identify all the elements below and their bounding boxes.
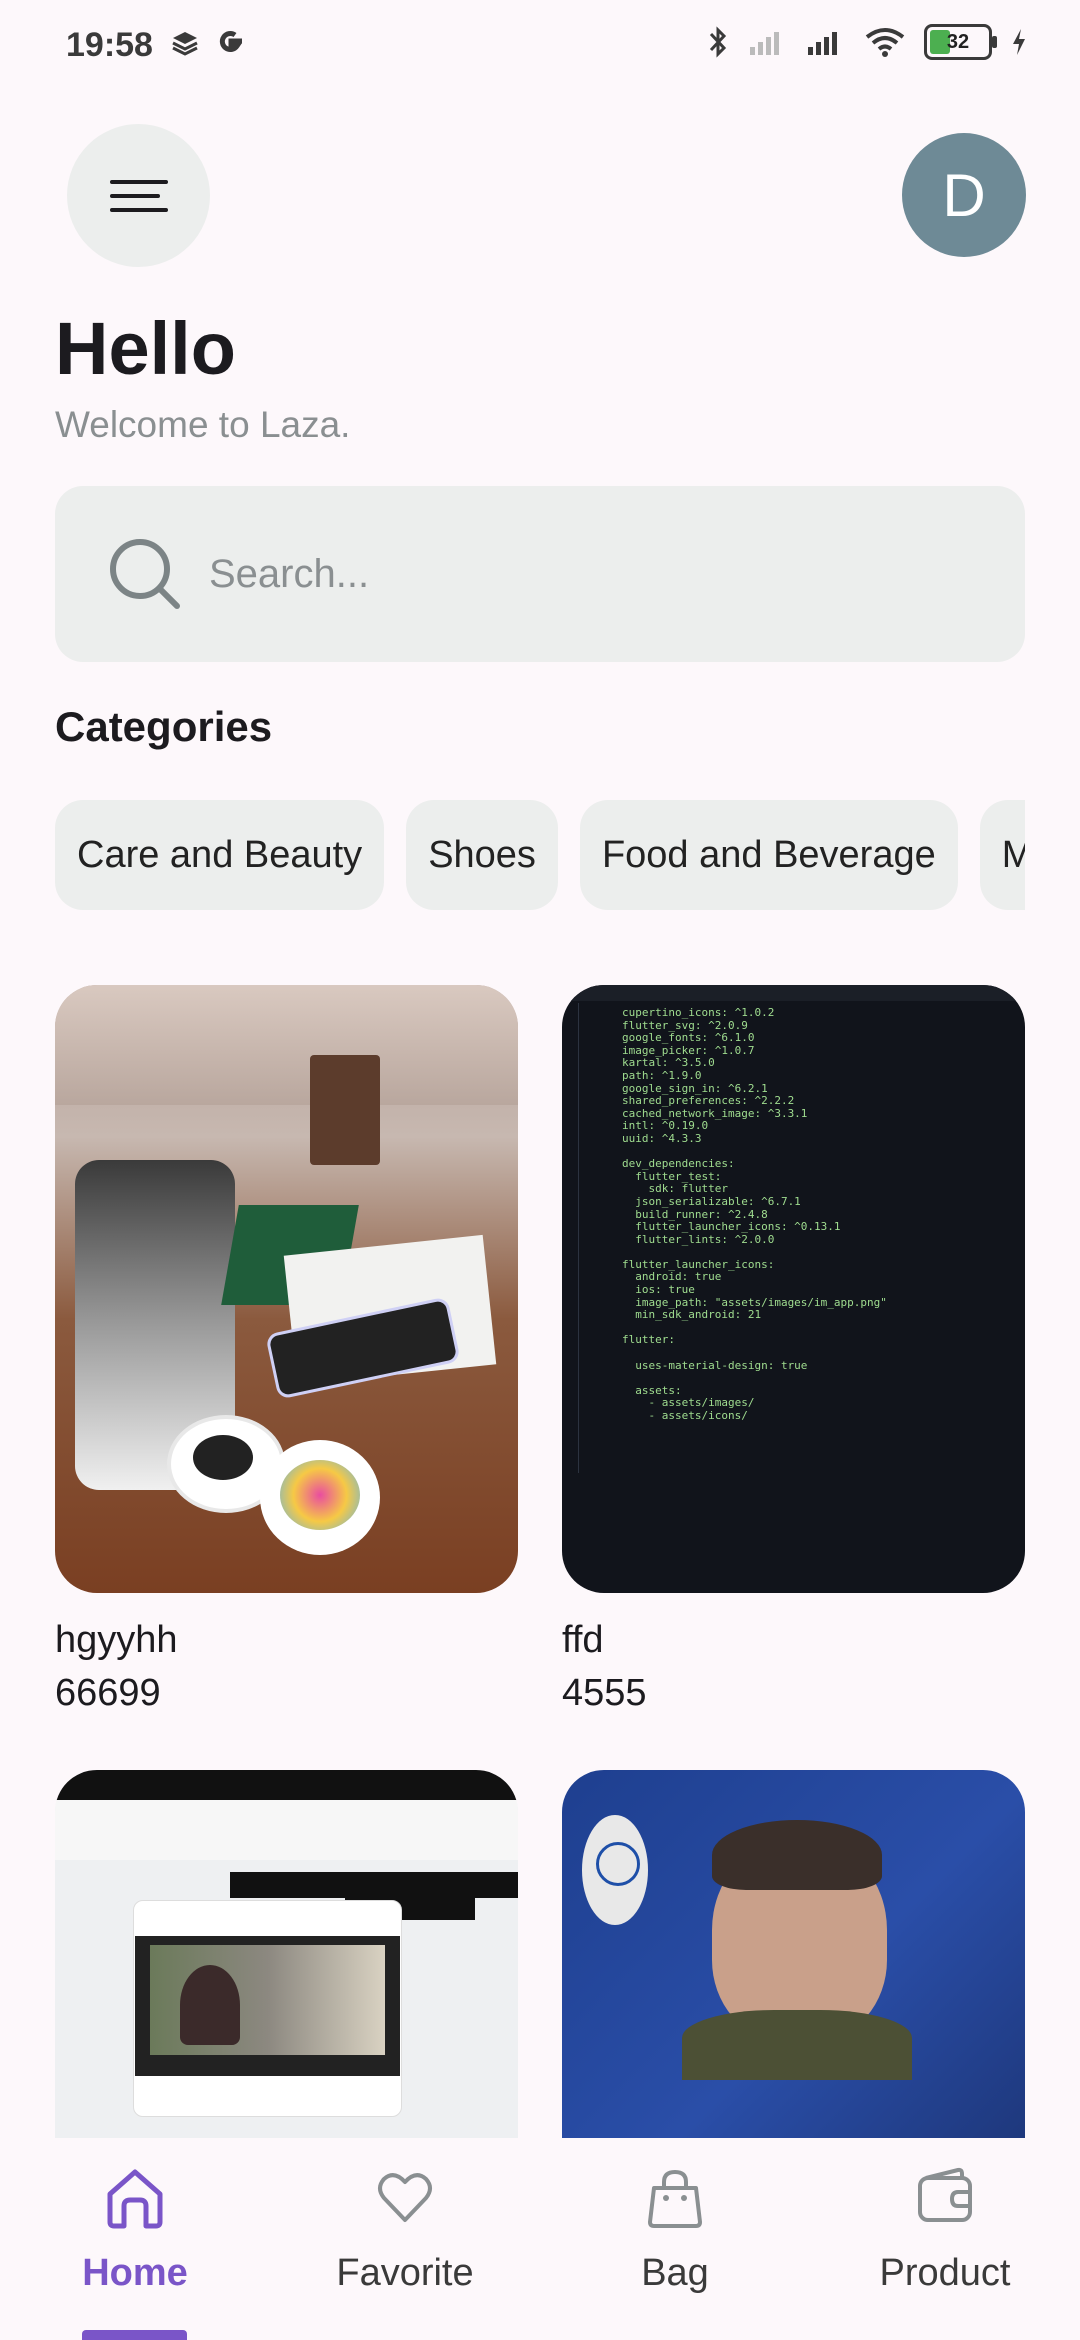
menu-button[interactable] (67, 124, 210, 267)
code-screenshot: cupertino_icons: ^1.0.2 flutter_svg: ^2.… (622, 1006, 887, 1422)
product-name: ffd (562, 1619, 604, 1661)
product-card[interactable] (562, 1770, 1025, 2138)
product-image (55, 985, 518, 1593)
status-bar: 19:58 32 (0, 0, 1080, 96)
signal-icon (750, 32, 779, 55)
nav-label: Product (879, 2252, 1011, 2294)
heart-icon (378, 2173, 432, 2222)
battery-level: 32 (946, 30, 970, 53)
categories-list: Care and Beauty Shoes Food and Beverage … (55, 800, 1025, 910)
status-time: 19:58 (66, 26, 153, 64)
nav-label: Favorite (336, 2252, 474, 2294)
nav-label: Home (82, 2252, 188, 2294)
category-chip[interactable]: Food and Beverage (579, 800, 958, 910)
product-price: 4555 (562, 1672, 647, 1714)
wifi-icon (865, 28, 905, 57)
product-image (562, 1770, 1025, 2138)
page-subtitle: Welcome to Laza. (55, 404, 351, 445)
active-tab-indicator (82, 2330, 187, 2340)
search-icon (110, 539, 180, 609)
nav-label: Bag (641, 2252, 709, 2294)
home-icon (107, 2169, 163, 2229)
product-image: cupertino_icons: ^1.0.2 flutter_svg: ^2.… (562, 985, 1025, 1593)
product-price: 66699 (55, 1672, 161, 1714)
search-bar[interactable] (55, 486, 1025, 662)
product-card[interactable]: hgyyhh 66699 (55, 985, 518, 1715)
categories-heading: Categories (55, 703, 273, 750)
bag-icon (648, 2169, 702, 2228)
category-chip[interactable]: M (979, 800, 1025, 910)
charging-icon (1013, 29, 1025, 55)
product-name: hgyyhh (55, 1619, 178, 1661)
nav-item-favorite[interactable]: Favorite (295, 2138, 515, 2340)
status-left-icons (170, 26, 248, 60)
bottom-nav: Home Favorite Bag Product (0, 2138, 1080, 2340)
google-icon (219, 31, 242, 52)
search-input[interactable] (207, 550, 971, 598)
nav-item-bag[interactable]: Bag (565, 2138, 785, 2340)
category-chip[interactable]: Care and Beauty (55, 800, 385, 910)
page-title: Hello (55, 307, 236, 390)
category-chip[interactable]: Shoes (406, 800, 558, 910)
bluetooth-icon (709, 26, 727, 58)
wallet-icon (918, 2167, 972, 2222)
nav-item-product[interactable]: Product (835, 2138, 1055, 2340)
product-card[interactable]: cupertino_icons: ^1.0.2 flutter_svg: ^2.… (562, 985, 1025, 1715)
product-card[interactable] (55, 1770, 518, 2138)
avatar[interactable]: D (902, 133, 1026, 257)
menu-icon (109, 179, 168, 212)
battery-icon: 32 (924, 24, 997, 60)
nav-item-home[interactable]: Home (25, 2138, 245, 2340)
product-image (55, 1770, 518, 2138)
signal-icon (808, 32, 837, 55)
status-right-icons: 32 (706, 24, 1028, 60)
product-grid: hgyyhh 66699 cupertino_icons: ^1.0.2 flu… (55, 985, 1025, 2138)
stack-icon (172, 32, 198, 56)
